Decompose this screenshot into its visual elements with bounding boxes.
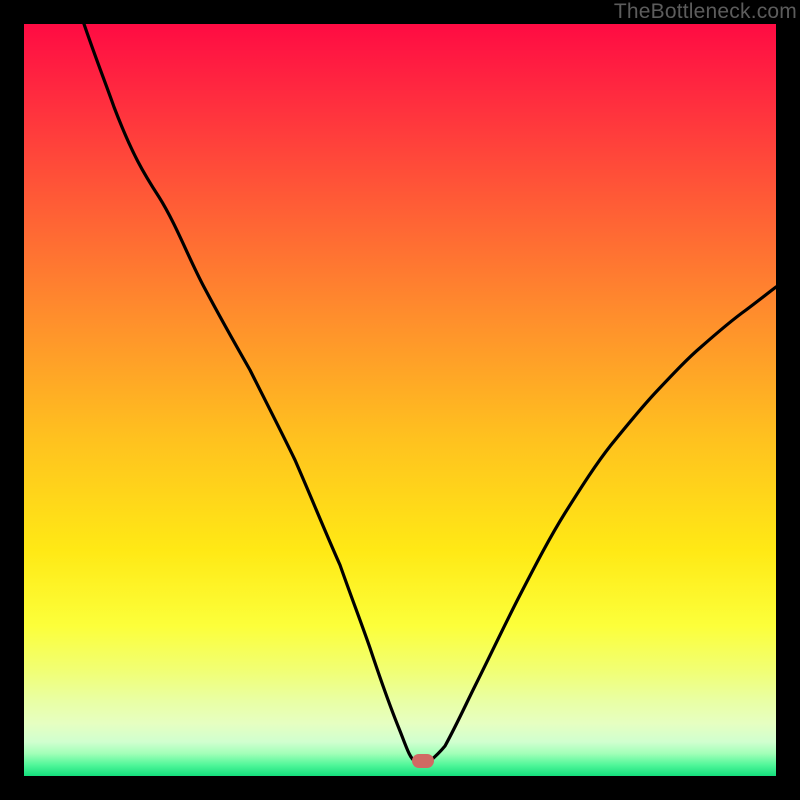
plot-area	[24, 24, 776, 776]
chart-frame: TheBottleneck.com	[0, 0, 800, 800]
watermark-text: TheBottleneck.com	[614, 0, 797, 24]
optimal-point-marker	[412, 754, 434, 768]
bottleneck-curve	[24, 24, 776, 776]
